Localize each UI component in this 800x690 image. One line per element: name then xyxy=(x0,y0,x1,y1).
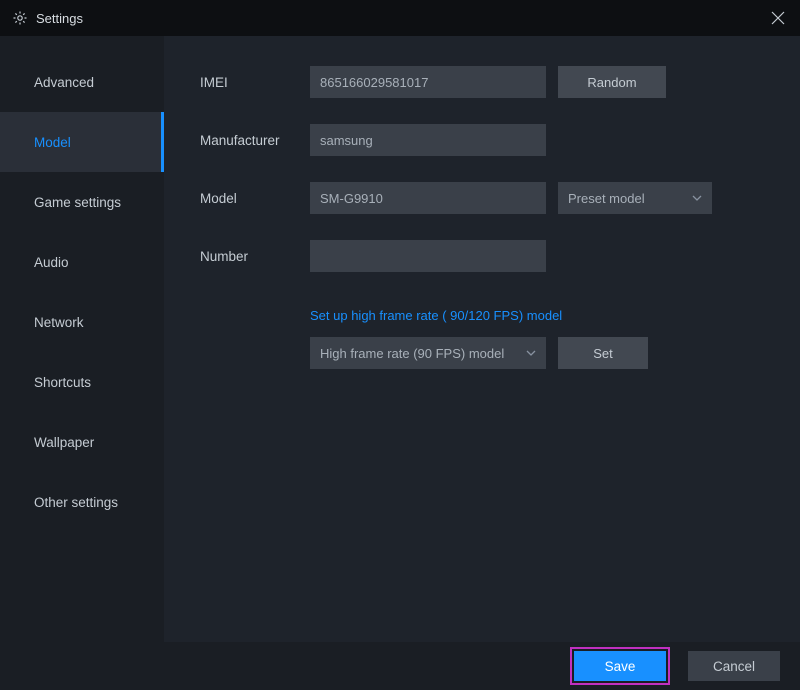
close-icon[interactable] xyxy=(768,8,788,28)
save-button[interactable]: Save xyxy=(574,651,666,681)
sidebar-item-shortcuts[interactable]: Shortcuts xyxy=(0,352,164,412)
frame-rate-select[interactable]: High frame rate (90 FPS) model xyxy=(310,337,546,369)
preset-model-label: Preset model xyxy=(568,191,645,206)
random-button[interactable]: Random xyxy=(558,66,666,98)
sidebar-item-label: Other settings xyxy=(34,495,118,510)
footer: Save Cancel xyxy=(0,642,800,690)
sidebar-item-label: Advanced xyxy=(34,75,94,90)
sidebar-item-label: Shortcuts xyxy=(34,375,91,390)
chevron-down-icon xyxy=(526,348,536,358)
sidebar-item-model[interactable]: Model xyxy=(0,112,164,172)
sidebar-item-label: Audio xyxy=(34,255,69,270)
sidebar-item-label: Game settings xyxy=(34,195,121,210)
sidebar-item-audio[interactable]: Audio xyxy=(0,232,164,292)
sidebar-item-wallpaper[interactable]: Wallpaper xyxy=(0,412,164,472)
sidebar-item-network[interactable]: Network xyxy=(0,292,164,352)
row-number: Number xyxy=(200,240,780,272)
content-panel: IMEI Random Manufacturer Model Preset mo… xyxy=(164,36,800,642)
sidebar-item-label: Model xyxy=(34,135,71,150)
frame-rate-link[interactable]: Set up high frame rate ( 90/120 FPS) mod… xyxy=(310,308,780,323)
frame-rate-row: High frame rate (90 FPS) model Set xyxy=(310,337,780,369)
frame-rate-select-label: High frame rate (90 FPS) model xyxy=(320,346,504,361)
label-number: Number xyxy=(200,249,310,264)
imei-field[interactable] xyxy=(310,66,546,98)
titlebar: Settings xyxy=(0,0,800,36)
sidebar-item-label: Wallpaper xyxy=(34,435,94,450)
preset-model-select[interactable]: Preset model xyxy=(558,182,712,214)
manufacturer-field[interactable] xyxy=(310,124,546,156)
gear-icon xyxy=(12,10,28,26)
row-manufacturer: Manufacturer xyxy=(200,124,780,156)
titlebar-left: Settings xyxy=(12,10,83,26)
save-button-highlight: Save xyxy=(570,647,670,685)
window-title: Settings xyxy=(36,11,83,26)
frame-rate-section: Set up high frame rate ( 90/120 FPS) mod… xyxy=(310,308,780,369)
number-field[interactable] xyxy=(310,240,546,272)
sidebar-item-game-settings[interactable]: Game settings xyxy=(0,172,164,232)
sidebar-item-label: Network xyxy=(34,315,84,330)
set-button[interactable]: Set xyxy=(558,337,648,369)
row-imei: IMEI Random xyxy=(200,66,780,98)
cancel-button[interactable]: Cancel xyxy=(688,651,780,681)
label-model: Model xyxy=(200,191,310,206)
sidebar-item-advanced[interactable]: Advanced xyxy=(0,52,164,112)
sidebar-item-other-settings[interactable]: Other settings xyxy=(0,472,164,532)
label-imei: IMEI xyxy=(200,75,310,90)
label-manufacturer: Manufacturer xyxy=(200,133,310,148)
model-field[interactable] xyxy=(310,182,546,214)
row-model: Model Preset model xyxy=(200,182,780,214)
sidebar: Advanced Model Game settings Audio Netwo… xyxy=(0,36,164,642)
main-area: Advanced Model Game settings Audio Netwo… xyxy=(0,36,800,642)
chevron-down-icon xyxy=(692,193,702,203)
